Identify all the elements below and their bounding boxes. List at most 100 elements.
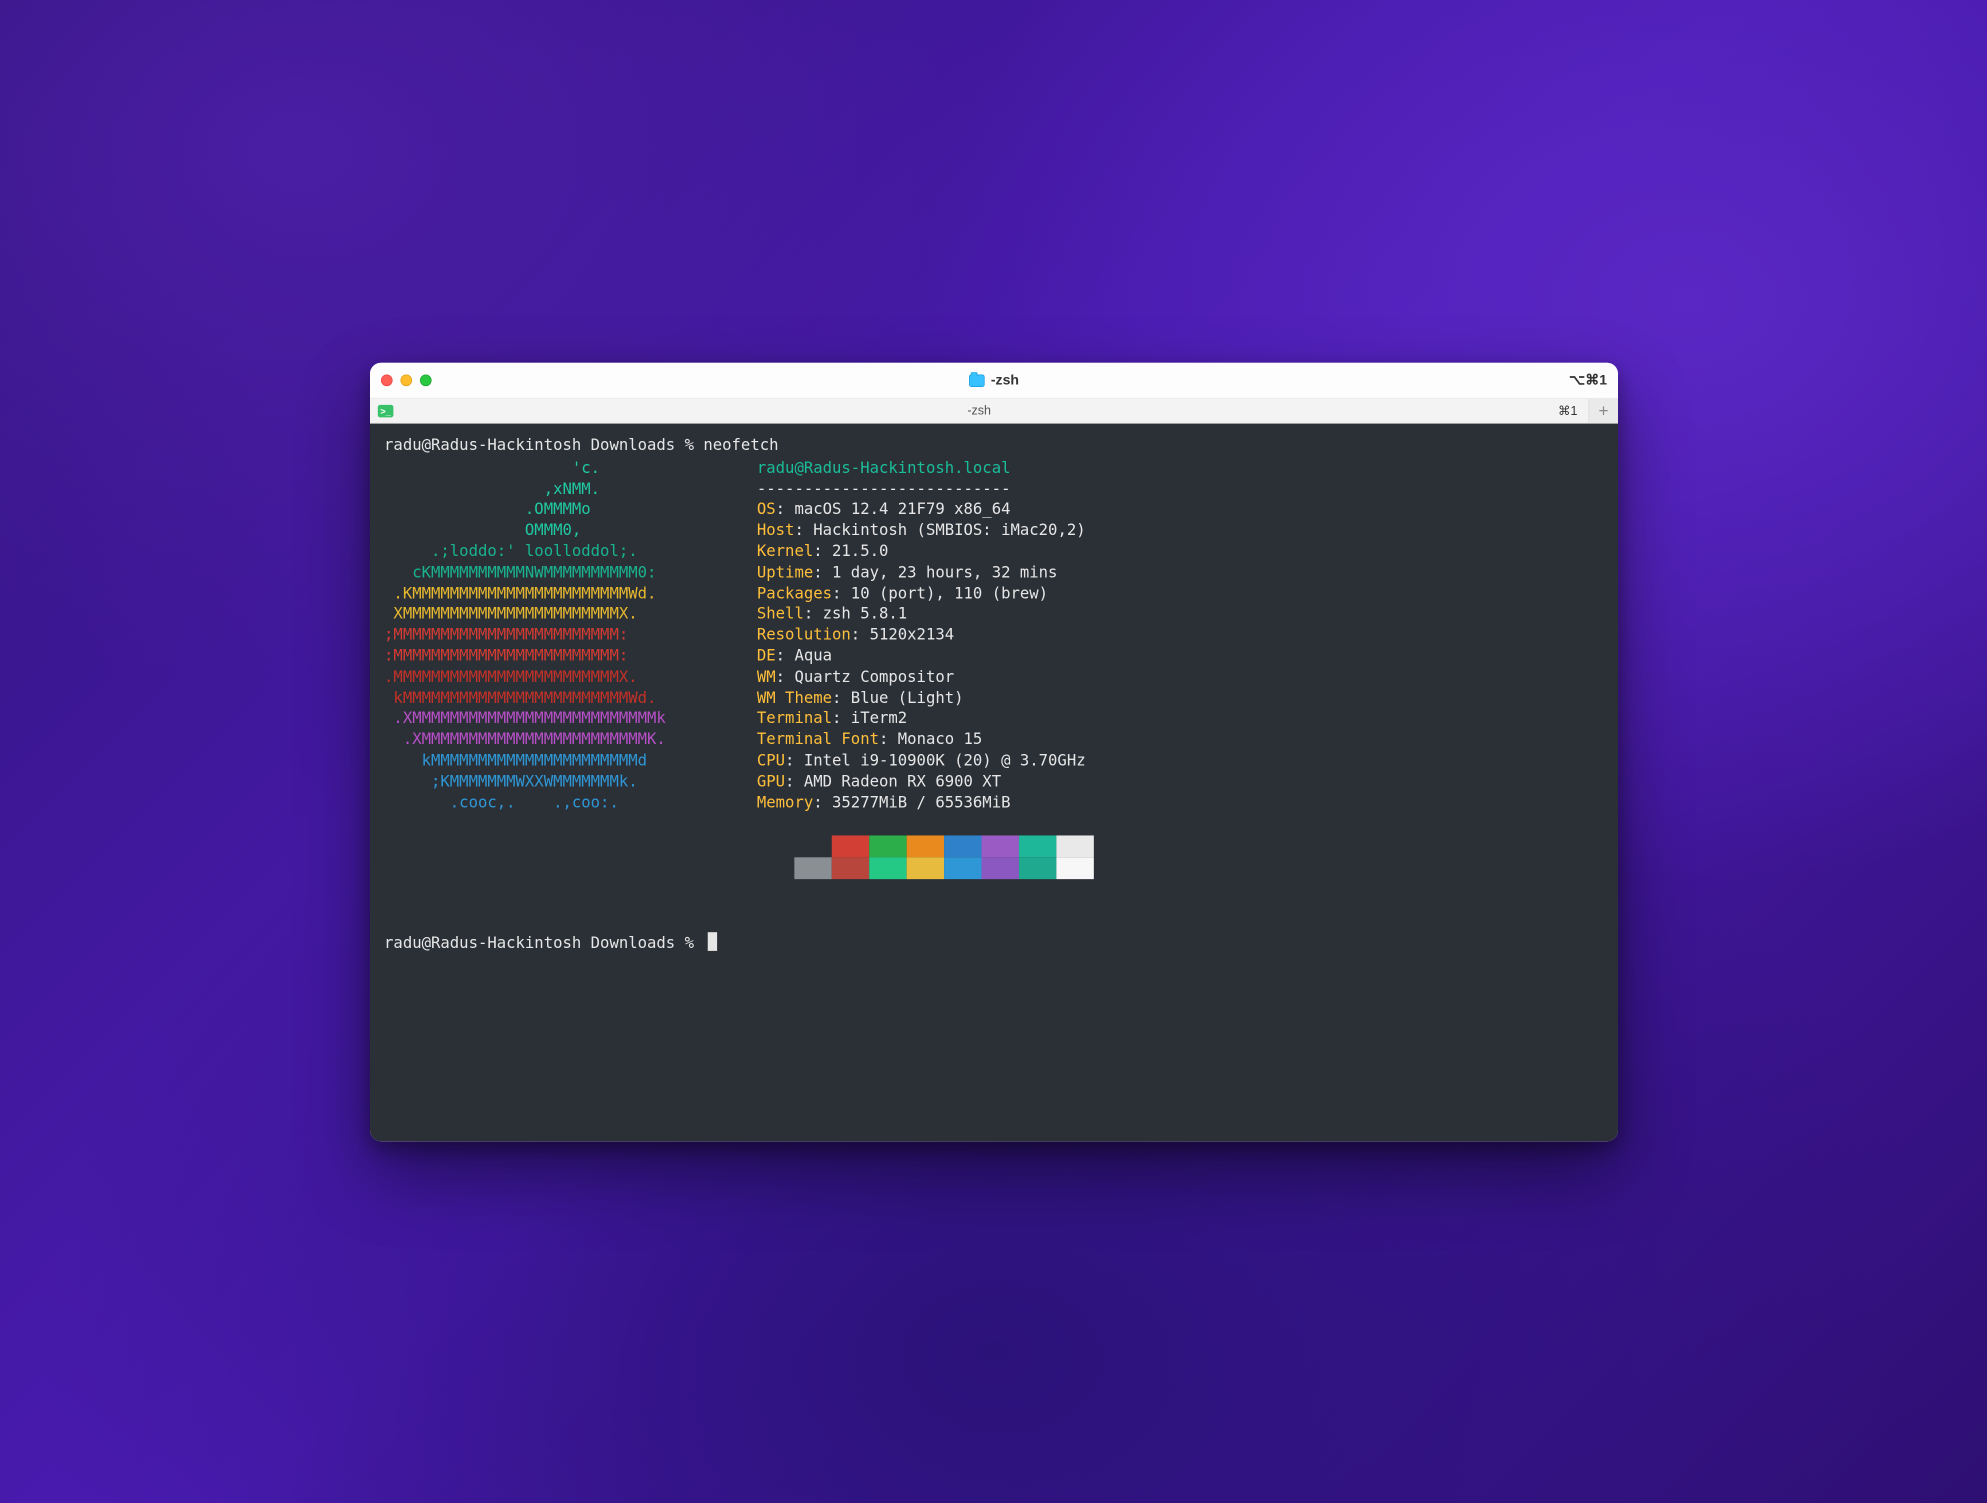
info-value: Quartz Compositor bbox=[794, 666, 954, 685]
color-swatch bbox=[831, 857, 868, 879]
ascii-row: kMMMMMMMMMMMMMMMMMMMMMMd bbox=[384, 750, 647, 769]
zoom-button[interactable] bbox=[419, 374, 431, 386]
color-swatch bbox=[981, 857, 1018, 879]
info-colon: : bbox=[775, 666, 794, 685]
ascii-row: .MMMMMMMMMMMMMMMMMMMMMMMMX. bbox=[384, 666, 638, 685]
prompt-icon: >_ bbox=[377, 404, 393, 416]
folder-icon bbox=[969, 374, 985, 386]
info-separator: --------------------------- bbox=[756, 477, 1093, 498]
user-host-line: radu@Radus-Hackintosh.local bbox=[756, 457, 1093, 478]
prompt-line-command: radu@Radus-Hackintosh Downloads % neofet… bbox=[384, 434, 1604, 455]
tab-shortcut: ⌘1 bbox=[1558, 402, 1577, 418]
info-label: Resolution bbox=[756, 624, 850, 643]
info-colon: : bbox=[775, 499, 794, 518]
info-colon: : bbox=[850, 624, 869, 643]
swatch-row-1 bbox=[794, 835, 1094, 857]
info-label: Shell bbox=[756, 604, 803, 623]
color-swatch bbox=[981, 835, 1018, 857]
window-title: -zsh bbox=[370, 372, 1618, 388]
color-swatch bbox=[794, 857, 831, 879]
color-swatch bbox=[869, 835, 906, 857]
minimize-button[interactable] bbox=[400, 374, 412, 386]
traffic-lights bbox=[380, 374, 431, 386]
info-row: Host: Hackintosh (SMBIOS: iMac20,2) bbox=[756, 519, 1093, 540]
info-row: WM: Quartz Compositor bbox=[756, 666, 1093, 687]
close-button[interactable] bbox=[380, 374, 392, 386]
color-swatch bbox=[831, 835, 868, 857]
info-value: 10 (port), 110 (brew) bbox=[850, 583, 1047, 602]
info-row: OS: macOS 12.4 21F79 x86_64 bbox=[756, 498, 1093, 519]
info-value: 35277MiB / 65536MiB bbox=[832, 792, 1010, 811]
window-title-text: -zsh bbox=[990, 372, 1018, 388]
ascii-logo: 'c. ,xNMM. .OMMMMo OMMM0, .;loddo:' lool… bbox=[384, 457, 719, 812]
info-row: Kernel: 21.5.0 bbox=[756, 540, 1093, 561]
ascii-row: .OMMMMo bbox=[384, 499, 591, 518]
info-host: Radus-Hackintosh.local bbox=[803, 457, 1010, 476]
info-colon: : bbox=[813, 792, 832, 811]
plus-icon: + bbox=[1598, 400, 1608, 420]
info-value: zsh 5.8.1 bbox=[822, 604, 907, 623]
info-row: GPU: AMD Radeon RX 6900 XT bbox=[756, 770, 1093, 791]
info-value: iTerm2 bbox=[850, 708, 906, 727]
ascii-row: .XMMMMMMMMMMMMMMMMMMMMMMMMMMk bbox=[384, 708, 666, 727]
color-swatch bbox=[906, 857, 943, 879]
color-swatch bbox=[906, 835, 943, 857]
info-label: Memory bbox=[756, 792, 812, 811]
tab-zsh[interactable]: >_ -zsh ⌘1 bbox=[370, 398, 1588, 422]
ascii-row: .cooc,. .,coo:. bbox=[384, 792, 619, 811]
window-shortcut: ⌥⌘1 bbox=[1569, 372, 1607, 388]
info-row: WM Theme: Blue (Light) bbox=[756, 686, 1093, 707]
info-label: WM Theme bbox=[756, 687, 831, 706]
info-label: WM bbox=[756, 666, 775, 685]
info-label: OS bbox=[756, 499, 775, 518]
window-titlebar: -zsh ⌥⌘1 bbox=[370, 362, 1618, 398]
info-label: CPU bbox=[756, 750, 784, 769]
prompt-text: radu@Radus-Hackintosh Downloads % bbox=[384, 933, 703, 952]
info-value: 1 day, 23 hours, 32 mins bbox=[832, 562, 1057, 581]
ascii-row: 'c. bbox=[384, 457, 600, 476]
info-label: GPU bbox=[756, 771, 784, 790]
add-tab-button[interactable]: + bbox=[1588, 398, 1618, 422]
ascii-row: .;loddo:' loolloddol;. bbox=[384, 541, 638, 560]
info-row: Resolution: 5120x2134 bbox=[756, 624, 1093, 645]
info-colon: : bbox=[878, 729, 897, 748]
color-swatch bbox=[794, 835, 831, 857]
info-colon: : bbox=[832, 708, 851, 727]
color-swatch bbox=[1018, 835, 1055, 857]
terminal-body[interactable]: radu@Radus-Hackintosh Downloads % neofet… bbox=[370, 423, 1618, 1141]
info-value: AMD Radeon RX 6900 XT bbox=[803, 771, 1000, 790]
info-colon: : bbox=[832, 583, 851, 602]
info-row: Uptime: 1 day, 23 hours, 32 mins bbox=[756, 561, 1093, 582]
info-rows: OS: macOS 12.4 21F79 x86_64Host: Hackint… bbox=[756, 498, 1093, 812]
info-colon: : bbox=[813, 562, 832, 581]
info-label: Host bbox=[756, 520, 794, 539]
ascii-row: .XMMMMMMMMMMMMMMMMMMMMMMMMK. bbox=[384, 729, 666, 748]
info-colon: : bbox=[832, 687, 851, 706]
info-at: @ bbox=[794, 457, 803, 476]
neofetch-output: 'c. ,xNMM. .OMMMMo OMMM0, .;loddo:' lool… bbox=[384, 457, 1604, 879]
info-label: Kernel bbox=[756, 541, 812, 560]
info-row: Terminal Font: Monaco 15 bbox=[756, 728, 1093, 749]
color-swatch bbox=[944, 835, 981, 857]
info-row: DE: Aqua bbox=[756, 645, 1093, 666]
color-swatch bbox=[1056, 835, 1093, 857]
info-colon: : bbox=[803, 604, 822, 623]
info-label: Terminal bbox=[756, 708, 831, 727]
ascii-row: OMMM0, bbox=[384, 520, 581, 539]
spacer bbox=[384, 879, 1604, 932]
info-value: Monaco 15 bbox=[897, 729, 982, 748]
info-value: Aqua bbox=[794, 645, 832, 664]
info-colon: : bbox=[775, 645, 794, 664]
swatch-row-2 bbox=[794, 857, 1094, 879]
ascii-row: ;MMMMMMMMMMMMMMMMMMMMMMMM: bbox=[384, 624, 628, 643]
info-row: Shell: zsh 5.8.1 bbox=[756, 603, 1093, 624]
info-value: Intel i9-10900K (20) @ 3.70GHz bbox=[803, 750, 1085, 769]
info-label: Uptime bbox=[756, 562, 812, 581]
cursor bbox=[708, 932, 717, 951]
info-colon: : bbox=[794, 520, 813, 539]
color-swatches bbox=[794, 835, 1094, 879]
color-swatch bbox=[1056, 857, 1093, 879]
prompt-line-idle: radu@Radus-Hackintosh Downloads % bbox=[384, 932, 1604, 953]
ascii-row: ,xNMM. bbox=[384, 478, 600, 497]
ascii-row: :MMMMMMMMMMMMMMMMMMMMMMMM: bbox=[384, 645, 628, 664]
